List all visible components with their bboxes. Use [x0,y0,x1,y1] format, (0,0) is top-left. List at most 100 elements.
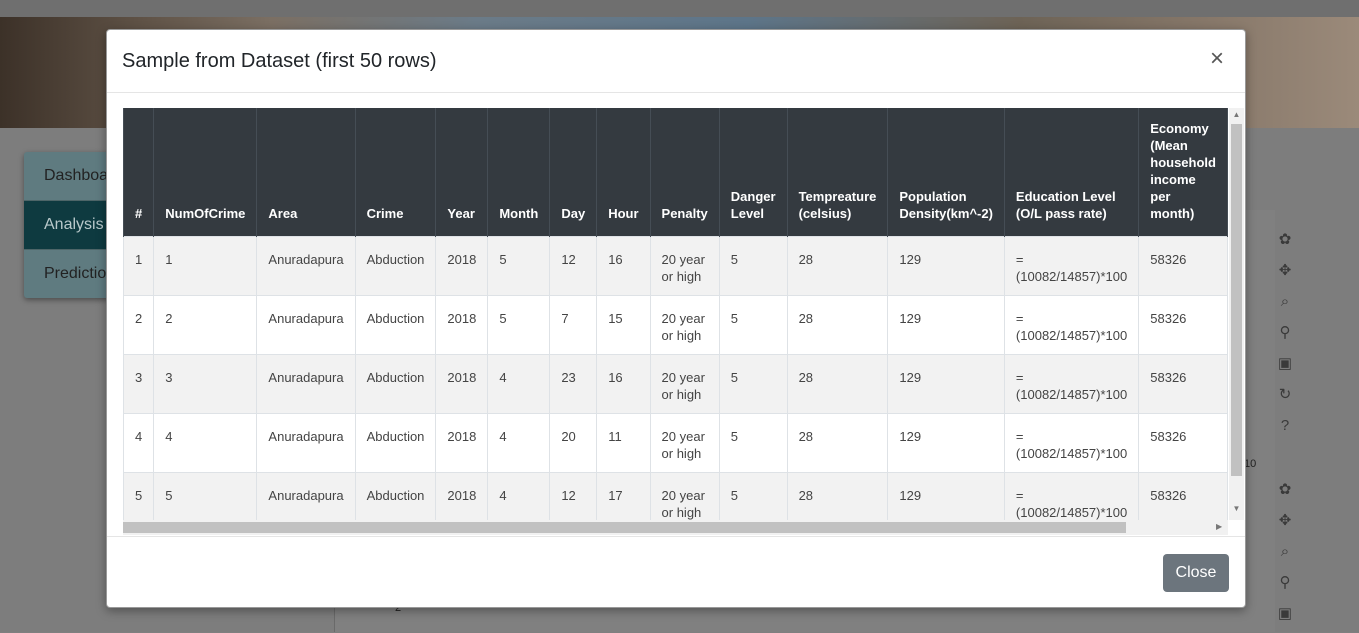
table-cell: =(10082/14857)*100 [1003,353,1140,414]
column-header: Tempreature (celsius) [786,108,889,236]
close-button[interactable]: Close [1163,554,1229,592]
save-icon[interactable]: ▣ [1273,352,1297,376]
table-cell: =(10082/14857)*100 [1003,471,1140,520]
table-cell: 20 [549,412,598,473]
table-cell: 3 [153,353,258,414]
close-icon[interactable]: × [1210,47,1224,71]
scroll-up-arrow-icon[interactable]: ▲ [1232,110,1241,119]
table-cell: 5 [718,353,788,414]
box-zoom-icon[interactable]: ⌕ [1273,540,1297,564]
table-cell: 15 [596,294,651,355]
table-row: 1 1 Anuradapura Abduction 2018 5 12 16 2… [123,235,1228,296]
box-zoom-icon[interactable]: ⌕ [1273,290,1297,314]
table-cell: 28 [786,471,889,520]
column-header: Hour [596,108,651,236]
table-cell: Abduction [354,353,437,414]
modal-body: # NumOfCrime Area Crime Year Month Day H… [123,108,1244,536]
table-cell: 17 [596,471,651,520]
table-cell: Abduction [354,294,437,355]
table-cell: 5 [123,471,155,520]
table-row: 2 2 Anuradapura Abduction 2018 5 7 15 20… [123,294,1228,355]
table-cell: 58326 [1138,235,1228,296]
pan-tool-icon[interactable]: ✥ [1273,509,1297,533]
column-header: Economy (Mean household income per month… [1138,108,1228,236]
table-cell: 5 [718,235,788,296]
table-scroll-area[interactable]: # NumOfCrime Area Crime Year Month Day H… [123,108,1228,520]
column-header: Crime [354,108,437,236]
pan-tool-icon[interactable]: ✥ [1273,259,1297,283]
scroll-right-arrow-icon[interactable]: ▶ [1216,522,1222,531]
table-cell: =(10082/14857)*100 [1003,412,1140,473]
sidebar-item-dashboard[interactable]: Dashboa [24,152,119,201]
help-icon[interactable]: ? [1273,414,1297,438]
table-cell: 2018 [435,471,489,520]
horizontal-scrollbar[interactable]: ◀ ▶ [123,520,1228,535]
table-cell: 20 year or high [649,471,720,520]
bokeh-logo-icon[interactable]: ✿ [1273,228,1297,252]
column-header: Year [435,108,489,236]
table-cell: Anuradapura [256,235,356,296]
table-cell: 5 [718,412,788,473]
scroll-down-arrow-icon[interactable]: ▼ [1232,504,1241,513]
save-icon[interactable]: ▣ [1273,602,1297,626]
table-cell: 20 year or high [649,294,720,355]
table-cell: 28 [786,294,889,355]
column-header: Population Density(km^-2) [887,108,1005,236]
table-cell: 2 [123,294,155,355]
column-header: Danger Level [718,108,788,236]
table-cell: 20 year or high [649,235,720,296]
table-cell: Anuradapura [256,294,356,355]
table-cell: =(10082/14857)*100 [1003,235,1140,296]
reset-icon[interactable]: ↻ [1273,383,1297,407]
column-header: Education Level (O/L pass rate) [1003,108,1140,236]
table-cell: 2018 [435,294,489,355]
column-header: NumOfCrime [153,108,258,236]
table-cell: =(10082/14857)*100 [1003,294,1140,355]
table-cell: 28 [786,412,889,473]
table-cell: 5 [718,471,788,520]
table-cell: 129 [887,471,1005,520]
table-cell: Anuradapura [256,471,356,520]
table-cell: 58326 [1138,471,1228,520]
table-cell: 129 [887,353,1005,414]
table-cell: 129 [887,412,1005,473]
wheel-zoom-icon[interactable]: ⚲ [1273,321,1297,345]
table-cell: 5 [153,471,258,520]
table-cell: 28 [786,235,889,296]
table-cell: 4 [123,412,155,473]
plot-toolbar: ✿ ✥ ⌕ ⚲ ▣ ↻ ? [1270,225,1300,445]
table-cell: 2018 [435,353,489,414]
table-row: 5 5 Anuradapura Abduction 2018 4 12 17 2… [123,471,1228,520]
column-header: Month [487,108,551,236]
table-cell: 129 [887,294,1005,355]
table-cell: Anuradapura [256,412,356,473]
table-cell: 11 [596,412,651,473]
sidebar-item-prediction[interactable]: Predictio [24,250,119,298]
table-cell: 2018 [435,412,489,473]
app-top-bar [0,0,1359,17]
dataset-table: # NumOfCrime Area Crime Year Month Day H… [123,108,1228,520]
dataset-sample-modal: Sample from Dataset (first 50 rows) × # … [106,29,1246,608]
plot-toolbar: ✿ ✥ ⌕ ⚲ ▣ [1270,475,1300,633]
table-cell: 3 [123,353,155,414]
horizontal-scroll-thumb[interactable] [123,522,1126,533]
table-cell: 12 [549,235,598,296]
vertical-scrollbar[interactable]: ▲ ▼ [1229,108,1244,520]
table-cell: Abduction [354,471,437,520]
table-cell: Abduction [354,235,437,296]
table-cell: 23 [549,353,598,414]
wheel-zoom-icon[interactable]: ⚲ [1273,571,1297,595]
modal-header: Sample from Dataset (first 50 rows) × [107,30,1245,93]
table-cell: 28 [786,353,889,414]
table-cell: 4 [153,412,258,473]
table-cell: 2018 [435,235,489,296]
vertical-scroll-thumb[interactable] [1231,124,1242,476]
table-cell: 129 [887,235,1005,296]
table-cell: 4 [487,412,551,473]
table-cell: Anuradapura [256,353,356,414]
sidebar: Dashboa Analysis Predictio [24,152,119,298]
table-cell: 1 [123,235,155,296]
bokeh-logo-icon[interactable]: ✿ [1273,478,1297,502]
sidebar-item-analysis[interactable]: Analysis [24,201,119,250]
column-header: # [123,108,155,236]
